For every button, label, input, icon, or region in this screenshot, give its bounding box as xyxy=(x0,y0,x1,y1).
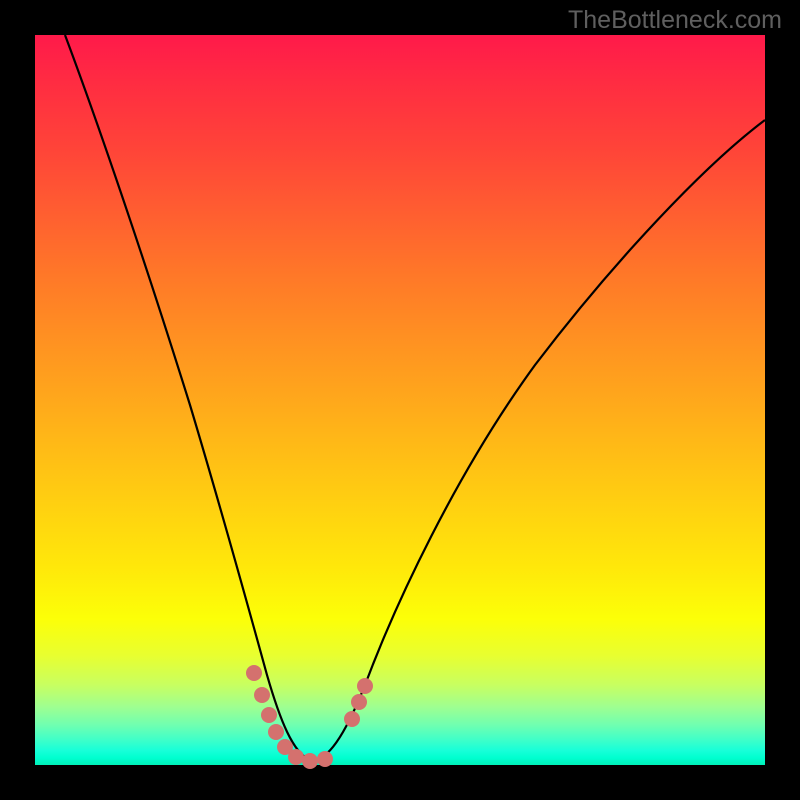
marker-dot xyxy=(302,753,318,769)
marker-dot xyxy=(317,751,333,767)
marker-dot xyxy=(261,707,277,723)
marker-dot xyxy=(344,711,360,727)
marker-dot xyxy=(357,678,373,694)
bottleneck-curve-svg xyxy=(35,35,765,765)
marker-dot xyxy=(288,749,304,765)
marker-dot xyxy=(254,687,270,703)
watermark-text: TheBottleneck.com xyxy=(568,6,782,35)
bottleneck-curve-line xyxy=(65,35,765,760)
marker-dot xyxy=(268,724,284,740)
marker-dot xyxy=(351,694,367,710)
marker-dot xyxy=(246,665,262,681)
chart-plot-area xyxy=(35,35,765,765)
